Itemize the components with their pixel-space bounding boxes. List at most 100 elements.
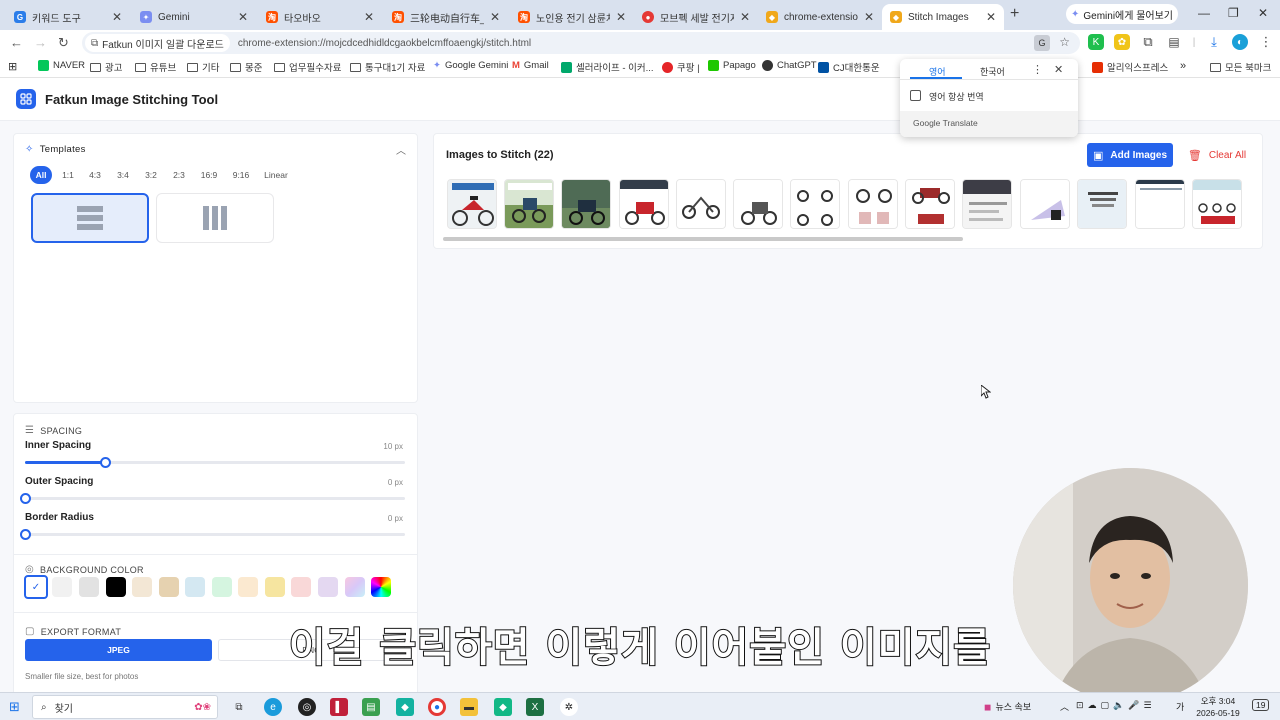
- image-thumbnail[interactable]: [504, 179, 554, 229]
- image-thumbnail[interactable]: [848, 179, 898, 229]
- notification-badge[interactable]: 19: [1252, 699, 1270, 711]
- ratio-filter-all[interactable]: All: [30, 166, 52, 184]
- windows-start-icon[interactable]: ⊞: [9, 699, 20, 715]
- bookmark-coupang[interactable]: 쿠팡 |: [662, 60, 700, 74]
- browser-tab[interactable]: 淘三轮电动自行车_电动 ✕: [384, 4, 508, 30]
- news-widget[interactable]: ◼ 뉴스 속보: [984, 700, 1031, 713]
- address-bar[interactable]: ⧉ Fatkun 이미지 일괄 다운로드 chrome-extension://m…: [82, 32, 1080, 54]
- swatch-black[interactable]: [106, 577, 126, 597]
- swatch-gray[interactable]: [79, 577, 99, 597]
- image-thumbnail[interactable]: [447, 179, 497, 229]
- format-jpeg-button[interactable]: JPEG: [25, 639, 212, 661]
- reload-icon[interactable]: ↻: [58, 35, 69, 51]
- swatch-white[interactable]: ✓: [24, 575, 48, 599]
- translate-icon[interactable]: G: [1034, 35, 1050, 51]
- ratio-filter-linear[interactable]: Linear: [261, 166, 291, 184]
- apps-grid-icon[interactable]: ⊞: [8, 60, 17, 73]
- image-thumbnail[interactable]: [1020, 179, 1070, 229]
- app-circle-icon[interactable]: ◎: [298, 698, 316, 716]
- bookmark-aliexpress[interactable]: 알리익스프레스: [1092, 60, 1168, 74]
- file-explorer-icon[interactable]: ▬: [460, 698, 478, 716]
- swatch-pink[interactable]: [291, 577, 311, 597]
- system-clock[interactable]: 오후 3:04 2026-05-19: [1192, 695, 1244, 719]
- browser-tab[interactable]: G 키워드 도구 ✕: [6, 4, 130, 30]
- ratio-filter-16-9[interactable]: 16:9: [197, 166, 221, 184]
- bookmark-papago[interactable]: Papago: [708, 60, 756, 71]
- bookmark-chatgpt[interactable]: ChatGPT: [762, 60, 817, 71]
- slider-thumb[interactable]: [20, 529, 31, 540]
- image-thumbnail[interactable]: [619, 179, 669, 229]
- clear-all-button[interactable]: 🗑 Clear All: [1186, 143, 1248, 167]
- window-close-icon[interactable]: ✕: [1258, 6, 1268, 20]
- image-thumbnail[interactable]: [676, 179, 726, 229]
- translate-tab-target[interactable]: 한국어: [980, 65, 1005, 78]
- ratio-filter-1-1[interactable]: 1:1: [58, 166, 78, 184]
- image-thumbnail[interactable]: [905, 179, 955, 229]
- image-thumbnail[interactable]: [1192, 179, 1242, 229]
- tab-close-icon[interactable]: ✕: [740, 10, 750, 24]
- forward-icon[interactable]: →: [34, 35, 47, 50]
- extension-chip[interactable]: ⧉ Fatkun 이미지 일괄 다운로드: [85, 34, 230, 52]
- ratio-filter-3-4[interactable]: 3:4: [113, 166, 133, 184]
- tab-close-icon[interactable]: ✕: [616, 10, 626, 24]
- chrome-taskbar-icon[interactable]: ●: [428, 698, 446, 716]
- minimize-icon[interactable]: —: [1198, 6, 1210, 20]
- edge-browser-icon[interactable]: e: [264, 698, 282, 716]
- chatgpt-taskbar-icon[interactable]: ✲: [560, 698, 578, 716]
- image-thumbnail[interactable]: [1135, 179, 1185, 229]
- slider-thumb[interactable]: [99, 457, 111, 468]
- outer-spacing-slider[interactable]: [20, 493, 405, 504]
- thumbnail-scrollbar[interactable]: [443, 237, 963, 241]
- extensions-puzzle-icon[interactable]: ⧉: [1140, 34, 1156, 50]
- border-radius-slider[interactable]: [20, 529, 405, 540]
- back-icon[interactable]: ←: [10, 35, 23, 50]
- swatch-cream[interactable]: [132, 577, 152, 597]
- ratio-filter-3-2[interactable]: 3:2: [141, 166, 161, 184]
- swatch-yellow[interactable]: [265, 577, 285, 597]
- ask-gemini-button[interactable]: ✦ Gemini에게 물어보기: [1066, 4, 1178, 24]
- taskbar-search-box[interactable]: ⌕ 찾기 ✿❀: [32, 695, 218, 719]
- split-view-icon[interactable]: ▤: [1166, 34, 1182, 50]
- bookmark-folder[interactable]: 기타: [187, 60, 219, 74]
- image-thumbnail[interactable]: [561, 179, 611, 229]
- browser-tab[interactable]: ✦ Gemini ✕: [132, 4, 256, 30]
- swatch-gradient[interactable]: [345, 577, 365, 597]
- task-view-icon[interactable]: ⧉: [230, 698, 248, 716]
- swatch-custom-rainbow[interactable]: [371, 577, 391, 597]
- image-thumbnail[interactable]: [962, 179, 1012, 229]
- ratio-filter-9-16[interactable]: 9:16: [229, 166, 253, 184]
- tab-close-icon[interactable]: ✕: [490, 10, 500, 24]
- swatch-light-gray[interactable]: [52, 577, 72, 597]
- extension-leaf-icon[interactable]: ✿: [1114, 34, 1130, 50]
- bookmark-all[interactable]: 모든 북마크: [1210, 60, 1271, 74]
- excel-icon[interactable]: X: [526, 698, 544, 716]
- new-tab-icon[interactable]: +: [1010, 5, 1019, 23]
- bookmark-folder[interactable]: 통구대1기 자료: [350, 60, 425, 74]
- restore-icon[interactable]: ❐: [1228, 6, 1239, 20]
- app-red-icon[interactable]: ▌: [330, 698, 348, 716]
- url-text[interactable]: chrome-extension://mojcdcedhidldcgaokbel…: [238, 38, 531, 49]
- ratio-filter-2-3[interactable]: 2:3: [169, 166, 189, 184]
- bookmark-sellerlife[interactable]: 셀러라이프 - 이커...: [561, 60, 654, 74]
- browser-tab[interactable]: ◆ chrome-extension://m ✕: [758, 4, 882, 30]
- menu-kebab-icon[interactable]: ⋮: [1258, 34, 1274, 50]
- slider-thumb[interactable]: [20, 493, 31, 504]
- image-thumbnail[interactable]: [733, 179, 783, 229]
- image-thumbnail[interactable]: [1077, 179, 1127, 229]
- swatch-peach[interactable]: [238, 577, 258, 597]
- bookmark-star-icon[interactable]: ☆: [1059, 35, 1070, 49]
- always-translate-checkbox[interactable]: [910, 90, 921, 101]
- app-green-icon[interactable]: ▤: [362, 698, 380, 716]
- collapse-chevron-icon[interactable]: ︿: [396, 142, 406, 157]
- download-icon[interactable]: ⤓: [1206, 34, 1222, 50]
- bookmark-cj[interactable]: CJ대한통운: [818, 60, 880, 74]
- bookmark-gmail[interactable]: M Gmail: [512, 60, 549, 71]
- app-teal-icon[interactable]: ◆: [396, 698, 414, 716]
- bookmark-folder[interactable]: 업무필수자료: [274, 60, 341, 74]
- tab-close-icon[interactable]: ✕: [986, 10, 996, 24]
- template-horizontal-stack[interactable]: [156, 193, 274, 243]
- tray-chevron-icon[interactable]: ︿: [1060, 700, 1069, 713]
- translate-menu-icon[interactable]: ⋮: [1032, 63, 1043, 76]
- browser-tab[interactable]: 淘 타오바오 ✕: [258, 4, 382, 30]
- image-thumbnail[interactable]: [790, 179, 840, 229]
